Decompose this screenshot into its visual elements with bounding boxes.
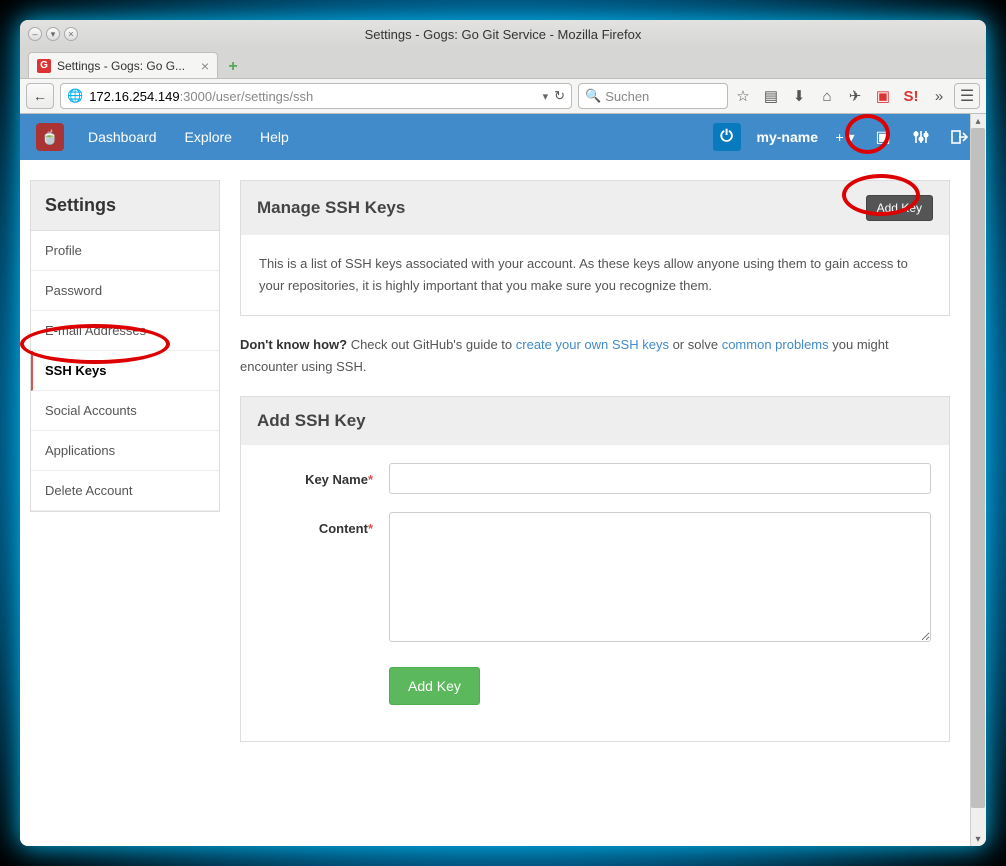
nav-dashboard[interactable]: Dashboard bbox=[88, 129, 157, 145]
downloads-icon[interactable]: ⬇ bbox=[790, 87, 808, 105]
tab-strip: G Settings - Gogs: Go G... × + bbox=[20, 48, 986, 78]
search-bar[interactable]: 🔍 Suchen bbox=[578, 83, 728, 109]
sidebar-item-social[interactable]: Social Accounts bbox=[31, 391, 219, 431]
ssh-hint: Don't know how? Check out GitHub's guide… bbox=[240, 334, 950, 378]
key-name-label: Key Name bbox=[305, 472, 368, 487]
sidebar-item-profile[interactable]: Profile bbox=[31, 231, 219, 271]
sidebar-item-ssh-keys[interactable]: SSH Keys bbox=[31, 351, 219, 391]
avatar[interactable]: ⏻ bbox=[713, 123, 741, 151]
scroll-down-icon[interactable]: ▾ bbox=[970, 832, 986, 846]
manage-ssh-panel: Manage SSH Keys Add Key This is a list o… bbox=[240, 180, 950, 316]
favicon-icon: G bbox=[37, 59, 51, 73]
sidebar-item-applications[interactable]: Applications bbox=[31, 431, 219, 471]
share-icon[interactable]: ✈ bbox=[846, 87, 864, 105]
link-create-ssh[interactable]: create your own SSH keys bbox=[516, 337, 669, 352]
add-key-header-button[interactable]: Add Key bbox=[866, 195, 933, 221]
new-tab-button[interactable]: + bbox=[222, 56, 244, 78]
scroll-thumb[interactable] bbox=[971, 128, 985, 808]
create-dropdown[interactable]: + ▾ bbox=[834, 126, 856, 148]
key-name-input[interactable] bbox=[389, 463, 931, 494]
url-bar[interactable]: 🌐 172.16.254.149:3000/user/settings/ssh … bbox=[60, 83, 572, 109]
maximize-button[interactable]: ▾ bbox=[46, 27, 60, 41]
logout-icon[interactable] bbox=[948, 126, 970, 148]
reload-icon[interactable]: ↻ bbox=[554, 88, 565, 104]
search-placeholder: Suchen bbox=[605, 89, 649, 104]
close-button[interactable]: × bbox=[64, 27, 78, 41]
overflow-icon[interactable]: » bbox=[930, 88, 948, 105]
scroll-up-icon[interactable]: ▴ bbox=[970, 114, 986, 128]
username[interactable]: my-name bbox=[757, 129, 818, 145]
window-titlebar: – ▾ × Settings - Gogs: Go Git Service - … bbox=[20, 20, 986, 48]
nav-help[interactable]: Help bbox=[260, 129, 289, 145]
notifications-icon[interactable]: ▣ bbox=[872, 126, 894, 148]
firefox-window: – ▾ × Settings - Gogs: Go Git Service - … bbox=[20, 20, 986, 846]
globe-icon: 🌐 bbox=[67, 88, 83, 104]
browser-tab[interactable]: G Settings - Gogs: Go G... × bbox=[28, 52, 218, 78]
url-dropdown-icon[interactable]: ▾ bbox=[543, 90, 549, 103]
minimize-button[interactable]: – bbox=[28, 27, 42, 41]
sidebar-title: Settings bbox=[30, 180, 220, 231]
link-common-problems[interactable]: common problems bbox=[722, 337, 829, 352]
manage-ssh-title: Manage SSH Keys bbox=[257, 198, 405, 218]
addon-s-icon[interactable]: S! bbox=[902, 88, 920, 105]
search-icon: 🔍 bbox=[585, 88, 601, 104]
browser-toolbar: ← 🌐 172.16.254.149:3000/user/settings/ss… bbox=[20, 78, 986, 114]
menu-button[interactable]: ☰ bbox=[954, 83, 980, 109]
back-button[interactable]: ← bbox=[26, 83, 54, 109]
home-icon[interactable]: ⌂ bbox=[818, 88, 836, 105]
clipboard-icon[interactable]: ▤ bbox=[762, 87, 780, 105]
nav-explore[interactable]: Explore bbox=[185, 129, 232, 145]
window-title: Settings - Gogs: Go Git Service - Mozill… bbox=[20, 27, 986, 42]
sidebar-item-password[interactable]: Password bbox=[31, 271, 219, 311]
app-header: 🍵 Dashboard Explore Help ⏻ my-name + ▾ ▣ bbox=[20, 114, 986, 160]
tab-label: Settings - Gogs: Go G... bbox=[57, 59, 185, 73]
addon-abp-icon[interactable]: ▣ bbox=[874, 87, 892, 105]
admin-panel-icon[interactable] bbox=[910, 126, 932, 148]
hint-prefix: Don't know how? bbox=[240, 337, 347, 352]
sidebar-item-emails[interactable]: E-mail Addresses bbox=[31, 311, 219, 351]
content-textarea[interactable] bbox=[389, 512, 931, 642]
page-viewport: 🍵 Dashboard Explore Help ⏻ my-name + ▾ ▣ bbox=[20, 114, 986, 846]
gogs-logo-icon[interactable]: 🍵 bbox=[36, 123, 64, 151]
url-path: :3000/user/settings/ssh bbox=[180, 89, 314, 104]
vertical-scrollbar[interactable]: ▴ ▾ bbox=[970, 114, 986, 846]
manage-ssh-desc: This is a list of SSH keys associated wi… bbox=[241, 235, 949, 315]
submit-add-key-button[interactable]: Add Key bbox=[389, 667, 480, 705]
settings-sidebar: Settings Profile Password E-mail Address… bbox=[30, 180, 220, 760]
add-ssh-title: Add SSH Key bbox=[257, 411, 366, 431]
content-label: Content bbox=[319, 521, 368, 536]
sidebar-item-delete-account[interactable]: Delete Account bbox=[31, 471, 219, 511]
add-ssh-panel: Add SSH Key Key Name* Content* bbox=[240, 396, 950, 742]
bookmark-star-icon[interactable]: ☆ bbox=[734, 87, 752, 105]
tab-close-icon[interactable]: × bbox=[201, 58, 209, 74]
url-host: 172.16.254.149 bbox=[89, 89, 179, 104]
